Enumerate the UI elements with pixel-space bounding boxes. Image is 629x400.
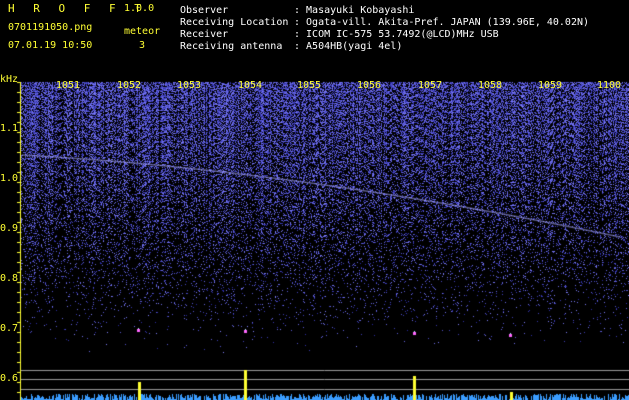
x-tick-label: 1057 <box>418 80 443 91</box>
x-tick-label: 1053 <box>177 80 202 91</box>
y-axis-unit: kHz <box>0 74 19 85</box>
x-tick-label: 1100 <box>597 80 622 91</box>
y-tick-label: 1.1 <box>0 123 19 134</box>
y-tick-label: 0.9 <box>0 223 19 234</box>
meteor-count: 3 <box>139 40 146 51</box>
spectrogram-canvas <box>0 0 629 400</box>
info-label-receiver: Receiver <box>180 29 229 40</box>
info-value-observer: : Masayuki Kobayashi <box>294 5 415 16</box>
info-label-observer: Observer <box>180 5 229 16</box>
x-tick-label: 1055 <box>297 80 322 91</box>
info-label-antenna: Receiving antenna <box>180 41 283 52</box>
info-value-receiver: : ICOM IC-575 53.7492(@LCD)MHz USB <box>294 29 499 40</box>
app-version: 1.0.0 <box>124 3 155 14</box>
info-label-location: Receiving Location <box>180 17 289 28</box>
y-tick-label: 1.0 <box>0 173 19 184</box>
y-tick-label: 0.8 <box>0 273 19 284</box>
x-tick-label: 1056 <box>357 80 382 91</box>
x-tick-label: 1052 <box>117 80 142 91</box>
info-value-antenna: : A504HB(yagi 4el) <box>294 41 403 52</box>
y-tick-label: 0.6 <box>0 373 19 384</box>
x-tick-label: 1054 <box>238 80 263 91</box>
x-tick-label: 1058 <box>478 80 503 91</box>
x-tick-label: 1051 <box>56 80 81 91</box>
x-tick-label: 1059 <box>538 80 563 91</box>
file-name: 0701191050.png <box>8 22 93 33</box>
y-tick-label: 0.7 <box>0 323 19 334</box>
date-time: 07.01.19 10:50 <box>8 40 93 51</box>
info-value-location: : Ogata-vill. Akita-Pref. JAPAN (139.96E… <box>294 17 590 28</box>
meteor-label: meteor <box>124 26 161 37</box>
